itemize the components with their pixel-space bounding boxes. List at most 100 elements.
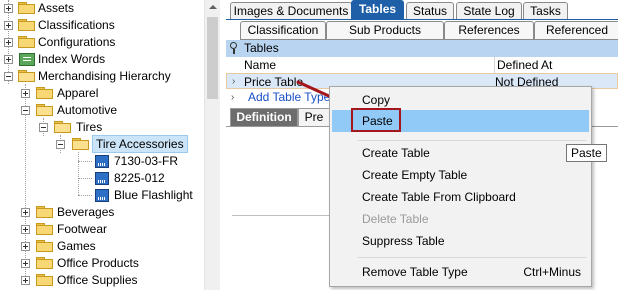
- open-folder-icon: [18, 70, 36, 83]
- tree-item-merchandising-hierarchy[interactable]: Merchandising Hierarchy: [0, 68, 204, 85]
- tab-status[interactable]: Status: [406, 2, 454, 20]
- menu-item-create-empty-table[interactable]: Create Empty Table: [332, 164, 589, 186]
- tree-item-beverages[interactable]: Beverages: [0, 204, 204, 221]
- product-icon: [95, 155, 109, 168]
- tables-title: Tables: [244, 41, 279, 55]
- tree-item-label: Tires: [76, 120, 103, 134]
- tree-item-automotive[interactable]: Automotive: [0, 102, 204, 119]
- tree-item-label-selected: Tire Accessories: [92, 135, 188, 153]
- tree-item-tires[interactable]: Tires: [0, 119, 204, 136]
- expand-icon[interactable]: [21, 259, 30, 268]
- tree-item-office-products[interactable]: Office Products: [0, 255, 204, 272]
- collapse-icon[interactable]: [39, 123, 48, 132]
- menu-item-create-table[interactable]: Create Table: [332, 142, 589, 164]
- table-name-cell: Price Table: [244, 75, 304, 89]
- menu-item-create-table-from-clipboard[interactable]: Create Table From Clipboard: [332, 186, 589, 208]
- product-icon: [95, 172, 109, 185]
- menu-item-remove-table-type[interactable]: Remove Table Type Ctrl+Minus: [332, 261, 589, 283]
- tab-references[interactable]: References: [444, 21, 534, 40]
- tree-item-label: Games: [57, 239, 96, 253]
- row-expand-icon[interactable]: ›: [231, 89, 234, 106]
- tab-sub-products[interactable]: Sub Products: [326, 21, 444, 40]
- tab-state-log[interactable]: State Log: [456, 2, 522, 20]
- folder-icon: [36, 240, 54, 253]
- folder-icon: [18, 19, 36, 32]
- folder-icon: [36, 257, 54, 270]
- tree-item-label: 7130-03-FR: [114, 154, 179, 168]
- tree-item-apparel[interactable]: Apparel: [0, 85, 204, 102]
- menu-item-label: Remove Table Type: [362, 265, 468, 279]
- expand-icon[interactable]: [21, 242, 30, 251]
- collapse-icon[interactable]: [4, 72, 13, 81]
- tree-item-label: Office Supplies: [57, 273, 138, 287]
- tree-item-classifications[interactable]: Classifications: [0, 17, 204, 34]
- tab-referenced[interactable]: Referenced: [534, 21, 618, 40]
- menu-item-suppress-table[interactable]: Suppress Table: [332, 230, 589, 252]
- scrollbar-thumb[interactable]: [207, 17, 218, 99]
- folder-icon: [18, 36, 36, 49]
- add-table-type-link[interactable]: Add Table Type: [248, 89, 330, 106]
- tree-item-label: Apparel: [57, 86, 99, 100]
- tab-preview[interactable]: Pre: [298, 108, 330, 126]
- table-column-headers: Name Defined At: [226, 57, 618, 74]
- tree-item-tire-accessories[interactable]: Tire Accessories: [0, 135, 204, 153]
- collapse-icon[interactable]: [21, 106, 30, 115]
- expand-icon[interactable]: [21, 208, 30, 217]
- tab-definition[interactable]: Definition: [230, 108, 298, 126]
- tree-scrollbar[interactable]: [204, 0, 220, 290]
- tab-classification[interactable]: Classification: [240, 21, 326, 40]
- top-tab-strip: Images & Documents Tables Status State L…: [226, 0, 618, 20]
- tab-tables[interactable]: Tables: [351, 0, 404, 20]
- column-header-defined-at[interactable]: Defined At: [494, 57, 552, 73]
- tree-item-index-words[interactable]: Index Words: [0, 51, 204, 68]
- navigation-tree: Assets Classifications Configurations In…: [0, 0, 204, 290]
- tree-item-footwear[interactable]: Footwear: [0, 221, 204, 238]
- expand-icon[interactable]: [21, 225, 30, 234]
- tree-item-label: Automotive: [57, 103, 118, 117]
- expand-icon[interactable]: [4, 38, 13, 47]
- collapse-icon[interactable]: [56, 140, 65, 149]
- folder-icon: [36, 206, 54, 219]
- tree-item-product[interactable]: 8225-012: [0, 170, 204, 187]
- tree-item-product[interactable]: Blue Flashlight: [0, 187, 204, 204]
- tree-item-label: Merchandising Hierarchy: [38, 69, 171, 83]
- expand-icon[interactable]: [4, 55, 13, 64]
- tree-item-configurations[interactable]: Configurations: [0, 34, 204, 51]
- tree-item-label: Configurations: [38, 35, 116, 49]
- open-folder-icon: [54, 121, 72, 134]
- column-header-name[interactable]: Name: [244, 57, 276, 73]
- tree-item-label: Assets: [38, 1, 75, 15]
- row-expand-icon[interactable]: ›: [232, 74, 235, 90]
- tree-item-label: Classifications: [38, 18, 115, 32]
- expand-icon[interactable]: [21, 276, 30, 285]
- annotation-highlight-box: [351, 108, 401, 132]
- tab-tasks[interactable]: Tasks: [523, 2, 568, 20]
- tree-item-office-supplies[interactable]: Office Supplies: [0, 272, 204, 289]
- expand-icon[interactable]: [21, 89, 30, 98]
- menu-separator: [358, 257, 586, 258]
- menu-item-label: Delete Table: [362, 212, 429, 226]
- tree-item-product[interactable]: 7130-03-FR: [0, 153, 204, 170]
- menu-item-label: Create Empty Table: [362, 168, 468, 182]
- tree-item-label: 8225-012: [114, 171, 165, 185]
- folder-icon: [18, 2, 36, 15]
- tree-item-label: Beverages: [57, 205, 115, 219]
- open-folder-icon: [72, 138, 90, 151]
- book-icon: [19, 53, 35, 66]
- menu-item-label: Create Table From Clipboard: [362, 190, 516, 204]
- tree-item-games[interactable]: Games: [0, 238, 204, 255]
- menu-item-delete-table: Delete Table: [332, 208, 589, 230]
- expand-icon[interactable]: [4, 21, 13, 30]
- tree-item-label: Footwear: [57, 222, 108, 236]
- folder-icon: [36, 87, 54, 100]
- second-tab-strip: Classification Sub Products References R…: [226, 19, 618, 40]
- expand-icon[interactable]: [4, 4, 13, 13]
- menu-separator: [358, 140, 586, 141]
- menu-item-label: Create Table: [362, 146, 430, 160]
- paste-tooltip: Paste: [566, 144, 607, 162]
- scroll-up-icon[interactable]: [205, 0, 220, 15]
- key-icon: [229, 42, 241, 55]
- tree-item-label: Office Products: [57, 256, 139, 270]
- tree-item-assets[interactable]: Assets: [0, 0, 204, 17]
- tab-images-documents[interactable]: Images & Documents: [230, 2, 352, 20]
